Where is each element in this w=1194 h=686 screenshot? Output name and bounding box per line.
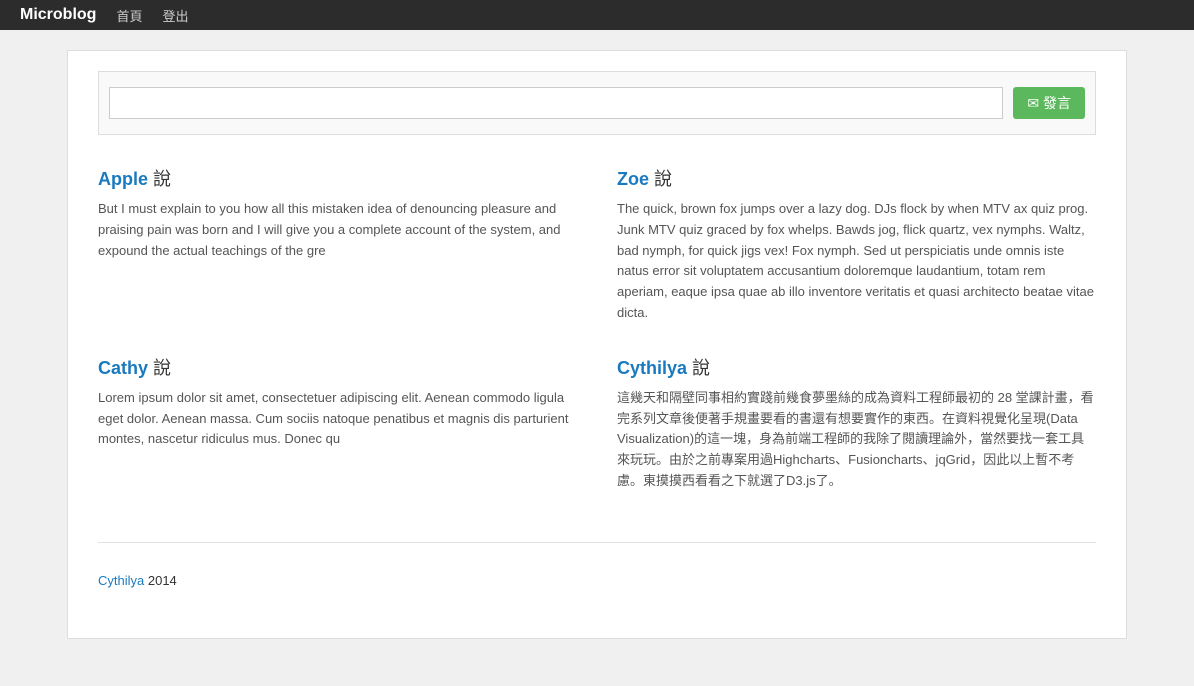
post-author-name: Cythilya [617, 358, 687, 378]
post-item: Cathy 說 Lorem ipsum dolor sit amet, cons… [98, 354, 577, 492]
post-item: Zoe 說 The quick, brown fox jumps over a … [617, 165, 1096, 324]
post-form: ✉ 發言 [98, 71, 1096, 135]
separator [98, 542, 1096, 543]
navbar-brand: Microblog [20, 6, 96, 24]
post-author-name: Cathy [98, 358, 148, 378]
post-content: Lorem ipsum dolor sit amet, consectetuer… [98, 388, 577, 450]
post-input[interactable] [109, 87, 1003, 119]
post-item-cythilya: Cythilya 說 這幾天和隔壁同事相約實踐前幾食夢墨絲的成為資料工程師最初的… [617, 354, 1096, 492]
post-item: Apple 說 But I must explain to you how al… [98, 165, 577, 324]
post-said: 說 [153, 358, 171, 378]
post-author-name: Apple [98, 169, 148, 189]
nav-logout-link[interactable]: 登出 [162, 6, 188, 25]
post-author: Cathy 說 [98, 354, 577, 380]
post-author-name: Zoe [617, 169, 649, 189]
footer-year: 2014 [144, 573, 177, 588]
footer: Cythilya 2014 [98, 563, 1096, 598]
post-content: The quick, brown fox jumps over a lazy d… [617, 199, 1096, 324]
post-author: Apple 說 [98, 165, 577, 191]
post-author: Zoe 說 [617, 165, 1096, 191]
main-container: ✉ 發言 Apple 說 But I must explain to you h… [67, 50, 1127, 639]
post-content: 這幾天和隔壁同事相約實踐前幾食夢墨絲的成為資料工程師最初的 28 堂課計畫，看完… [617, 388, 1096, 492]
navbar: Microblog 首頁 登出 [0, 0, 1194, 30]
post-button[interactable]: ✉ 發言 [1013, 87, 1085, 119]
post-said: 說 [654, 169, 672, 189]
nav-home-link[interactable]: 首頁 [116, 6, 142, 25]
posts-grid: Apple 說 But I must explain to you how al… [98, 165, 1096, 522]
post-content: But I must explain to you how all this m… [98, 199, 577, 261]
post-said: 說 [692, 358, 710, 378]
post-said: 說 [153, 169, 171, 189]
post-author: Cythilya 說 [617, 354, 1096, 380]
footer-author: Cythilya [98, 573, 144, 588]
